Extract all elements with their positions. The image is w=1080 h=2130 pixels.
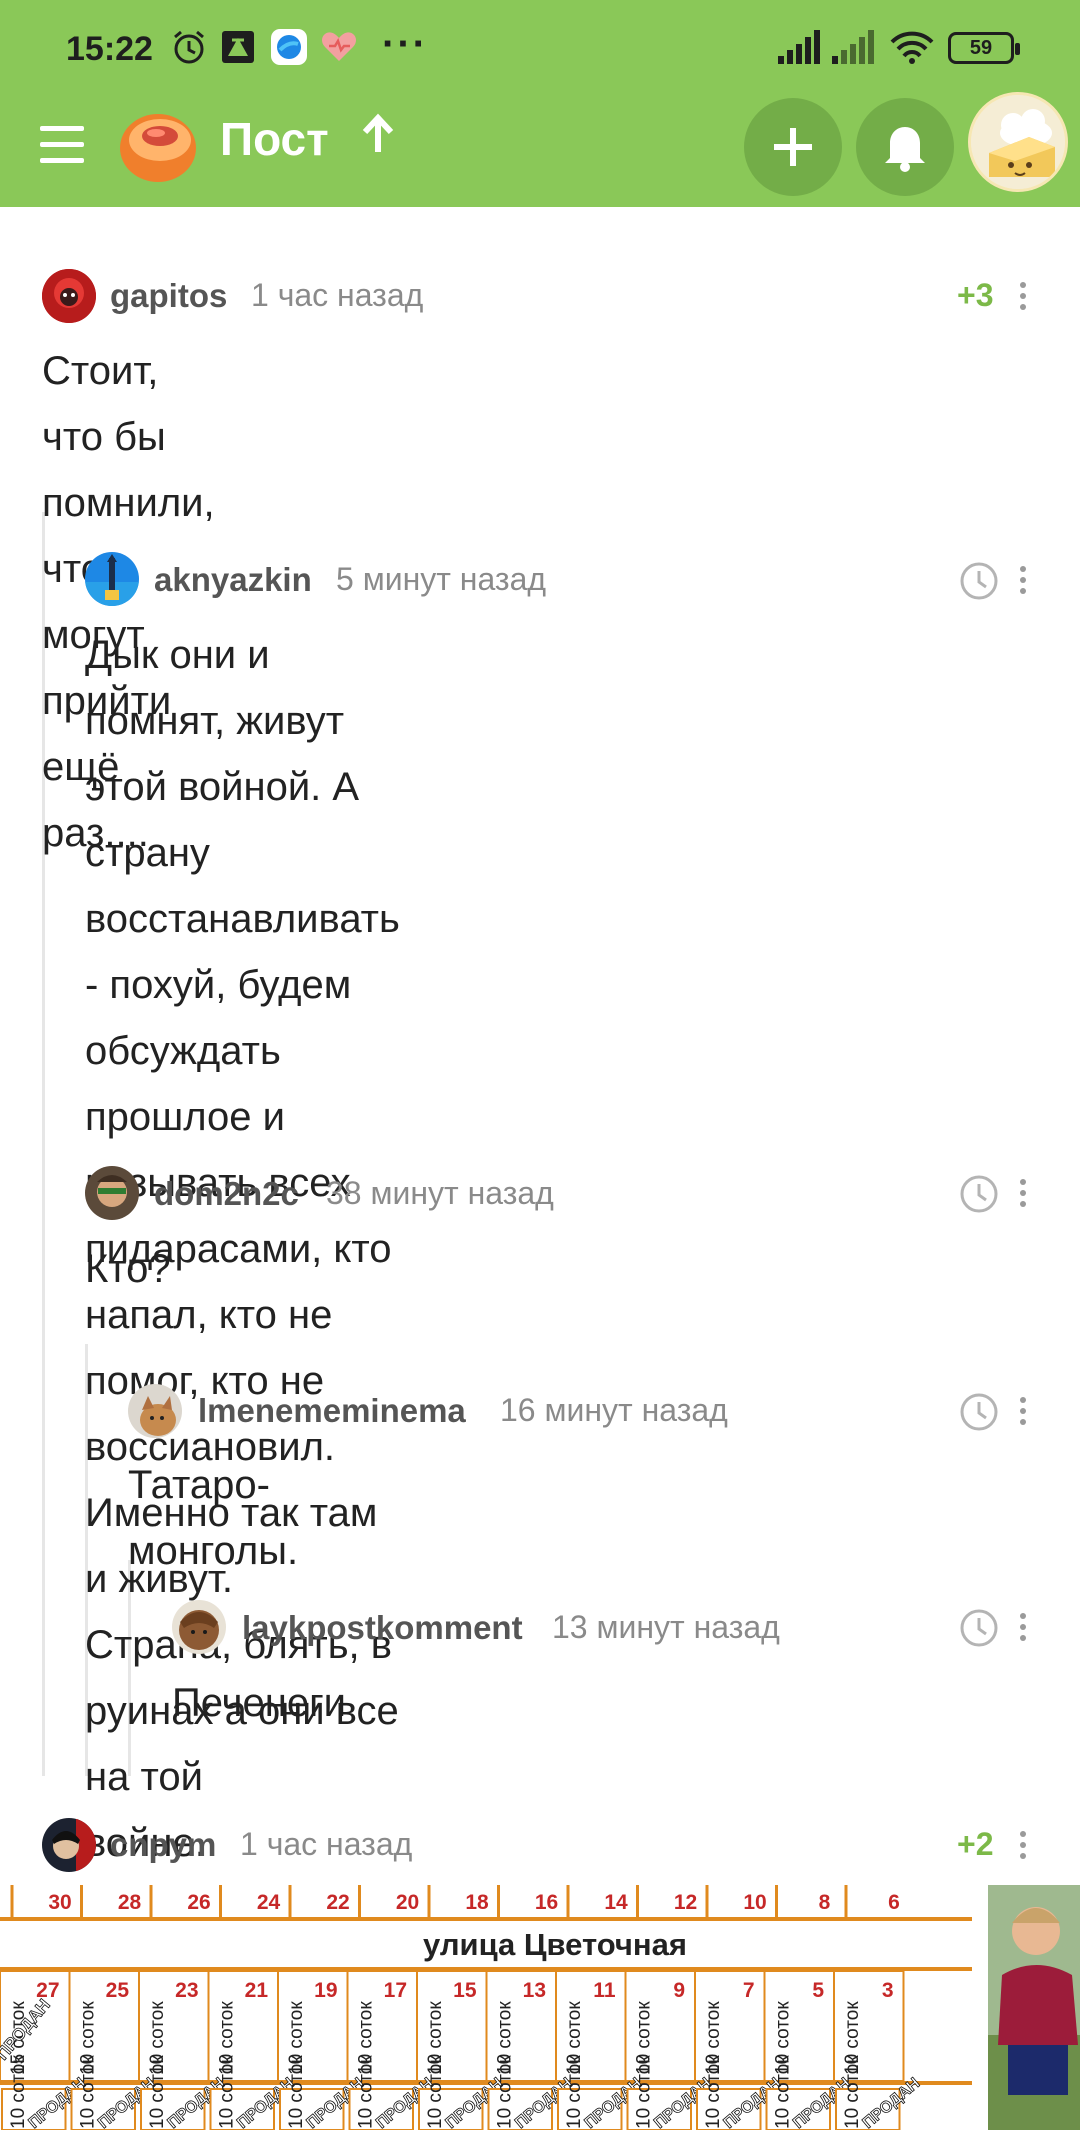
plot-number: 10 [743,1891,766,1914]
profile-avatar[interactable] [968,92,1068,192]
alarm-icon [170,28,208,71]
clock-icon [959,1608,999,1648]
page-title: Пост [220,113,329,165]
plot-number: 9 [673,1979,685,2002]
clock-icon [959,561,999,601]
avatar[interactable] [85,1166,139,1220]
arrow-up-icon[interactable] [360,112,396,165]
more-notifications-icon: ··· [382,22,428,66]
add-post-button[interactable] [744,98,842,196]
comment-username[interactable]: dom2n2c [154,1175,299,1213]
bell-icon [885,127,925,172]
avatar[interactable] [172,1600,226,1654]
plot-number: 17 [384,1979,407,2002]
plot-number: 24 [257,1891,281,1914]
comment-username[interactable]: gapitos [110,277,227,315]
browser-icon [270,28,308,71]
heart-app-icon [320,28,358,71]
wifi-icon [890,30,934,69]
plot-number: 5 [812,1979,824,2002]
comment-rating: +3 [957,277,994,313]
plot-number: 25 [106,1979,130,2002]
child-photo[interactable] [988,1885,1080,2130]
more-options-icon[interactable] [1018,1397,1028,1431]
comment-time: 1 час назад [240,1826,413,1862]
comment-time: 13 минут назад [552,1609,780,1645]
comment-username[interactable]: laykpostkomment [242,1609,523,1647]
comment-text-line: Татаро-монголы. [128,1463,299,1573]
plot-number: 16 [535,1891,558,1914]
comment-text-line: Печенеги [172,1681,347,1725]
pikabu-logo[interactable] [118,102,198,184]
more-options-icon[interactable] [1018,282,1028,316]
plot-number: 19 [314,1979,337,2002]
clock-icon [959,1392,999,1432]
plot-number: 30 [48,1891,71,1914]
menu-icon[interactable] [40,126,86,172]
plus-icon [774,128,812,166]
comment-username[interactable]: lmenememinema [198,1392,466,1430]
comment-rating: +2 [957,1826,994,1862]
plot-number: 3 [882,1979,894,2002]
plot-number: 21 [245,1979,269,2002]
status-bar: 15:22 ··· 59 [0,0,1080,98]
plot-plan-image[interactable]: 30 28 26 24 22 20 18 16 14 12 10 8 6 улица Цветочная… [0,1885,972,2130]
notifications-button[interactable] [856,98,954,196]
comment-username[interactable]: cnpym [110,1826,216,1864]
plot-number: 11 [593,1979,616,2002]
more-options-icon[interactable] [1018,1613,1028,1647]
plot-number: 23 [175,1979,198,2002]
plot-number: 12 [674,1891,697,1914]
more-options-icon[interactable] [1018,1179,1028,1213]
signal-2-icon [832,30,876,69]
comment-time: 5 минут назад [336,561,547,597]
plot-number: 15 [453,1979,477,2002]
avatar[interactable] [42,1818,96,1872]
battery-indicator: 59 [948,32,1020,64]
app-notification-icon [220,28,256,71]
app-bar: Пост [0,92,1080,207]
avatar[interactable] [128,1384,182,1438]
street-name: улица Цветочная [423,1927,687,1962]
avatar[interactable] [85,552,139,606]
comment-text-line: Дык они и помнят, живут этой войной. А [85,633,360,809]
plot-number: 18 [465,1891,489,1914]
plot-number: 28 [118,1891,142,1914]
comment-text-line: страну восстанавливать - похуй, будем [85,831,400,1007]
plot-number: 22 [326,1891,349,1914]
avatar[interactable] [42,269,96,323]
plot-number: 20 [396,1891,419,1914]
app-screen: 15:22 ··· 59 Пост gapitos 1 час назад +3… [0,0,1080,2130]
plot-number: 13 [523,1979,546,2002]
plot-number: 26 [187,1891,210,1914]
more-options-icon[interactable] [1018,1831,1028,1865]
status-time: 15:22 [66,30,153,68]
plot-number: 14 [604,1891,628,1914]
comment-username[interactable]: aknyazkin [154,561,312,599]
street-border [0,1917,972,1921]
comment-time: 16 минут назад [500,1392,728,1428]
plot-number: 7 [743,1979,755,2002]
plot-plan-drawing: 30 28 26 24 22 20 18 16 14 12 10 8 6 улица Цветочная… [0,1885,972,2130]
comment-time: 1 час назад [251,277,424,313]
signal-icon [778,30,822,69]
plot-number: 6 [888,1891,900,1914]
comment-time: 38 минут назад [326,1175,554,1211]
more-options-icon[interactable] [1018,566,1028,600]
header: 15:22 ··· 59 Пост [0,0,1080,207]
comment-text-line: Кто? [85,1247,171,1291]
clock-icon [959,1174,999,1214]
plot-number: 8 [819,1891,831,1914]
